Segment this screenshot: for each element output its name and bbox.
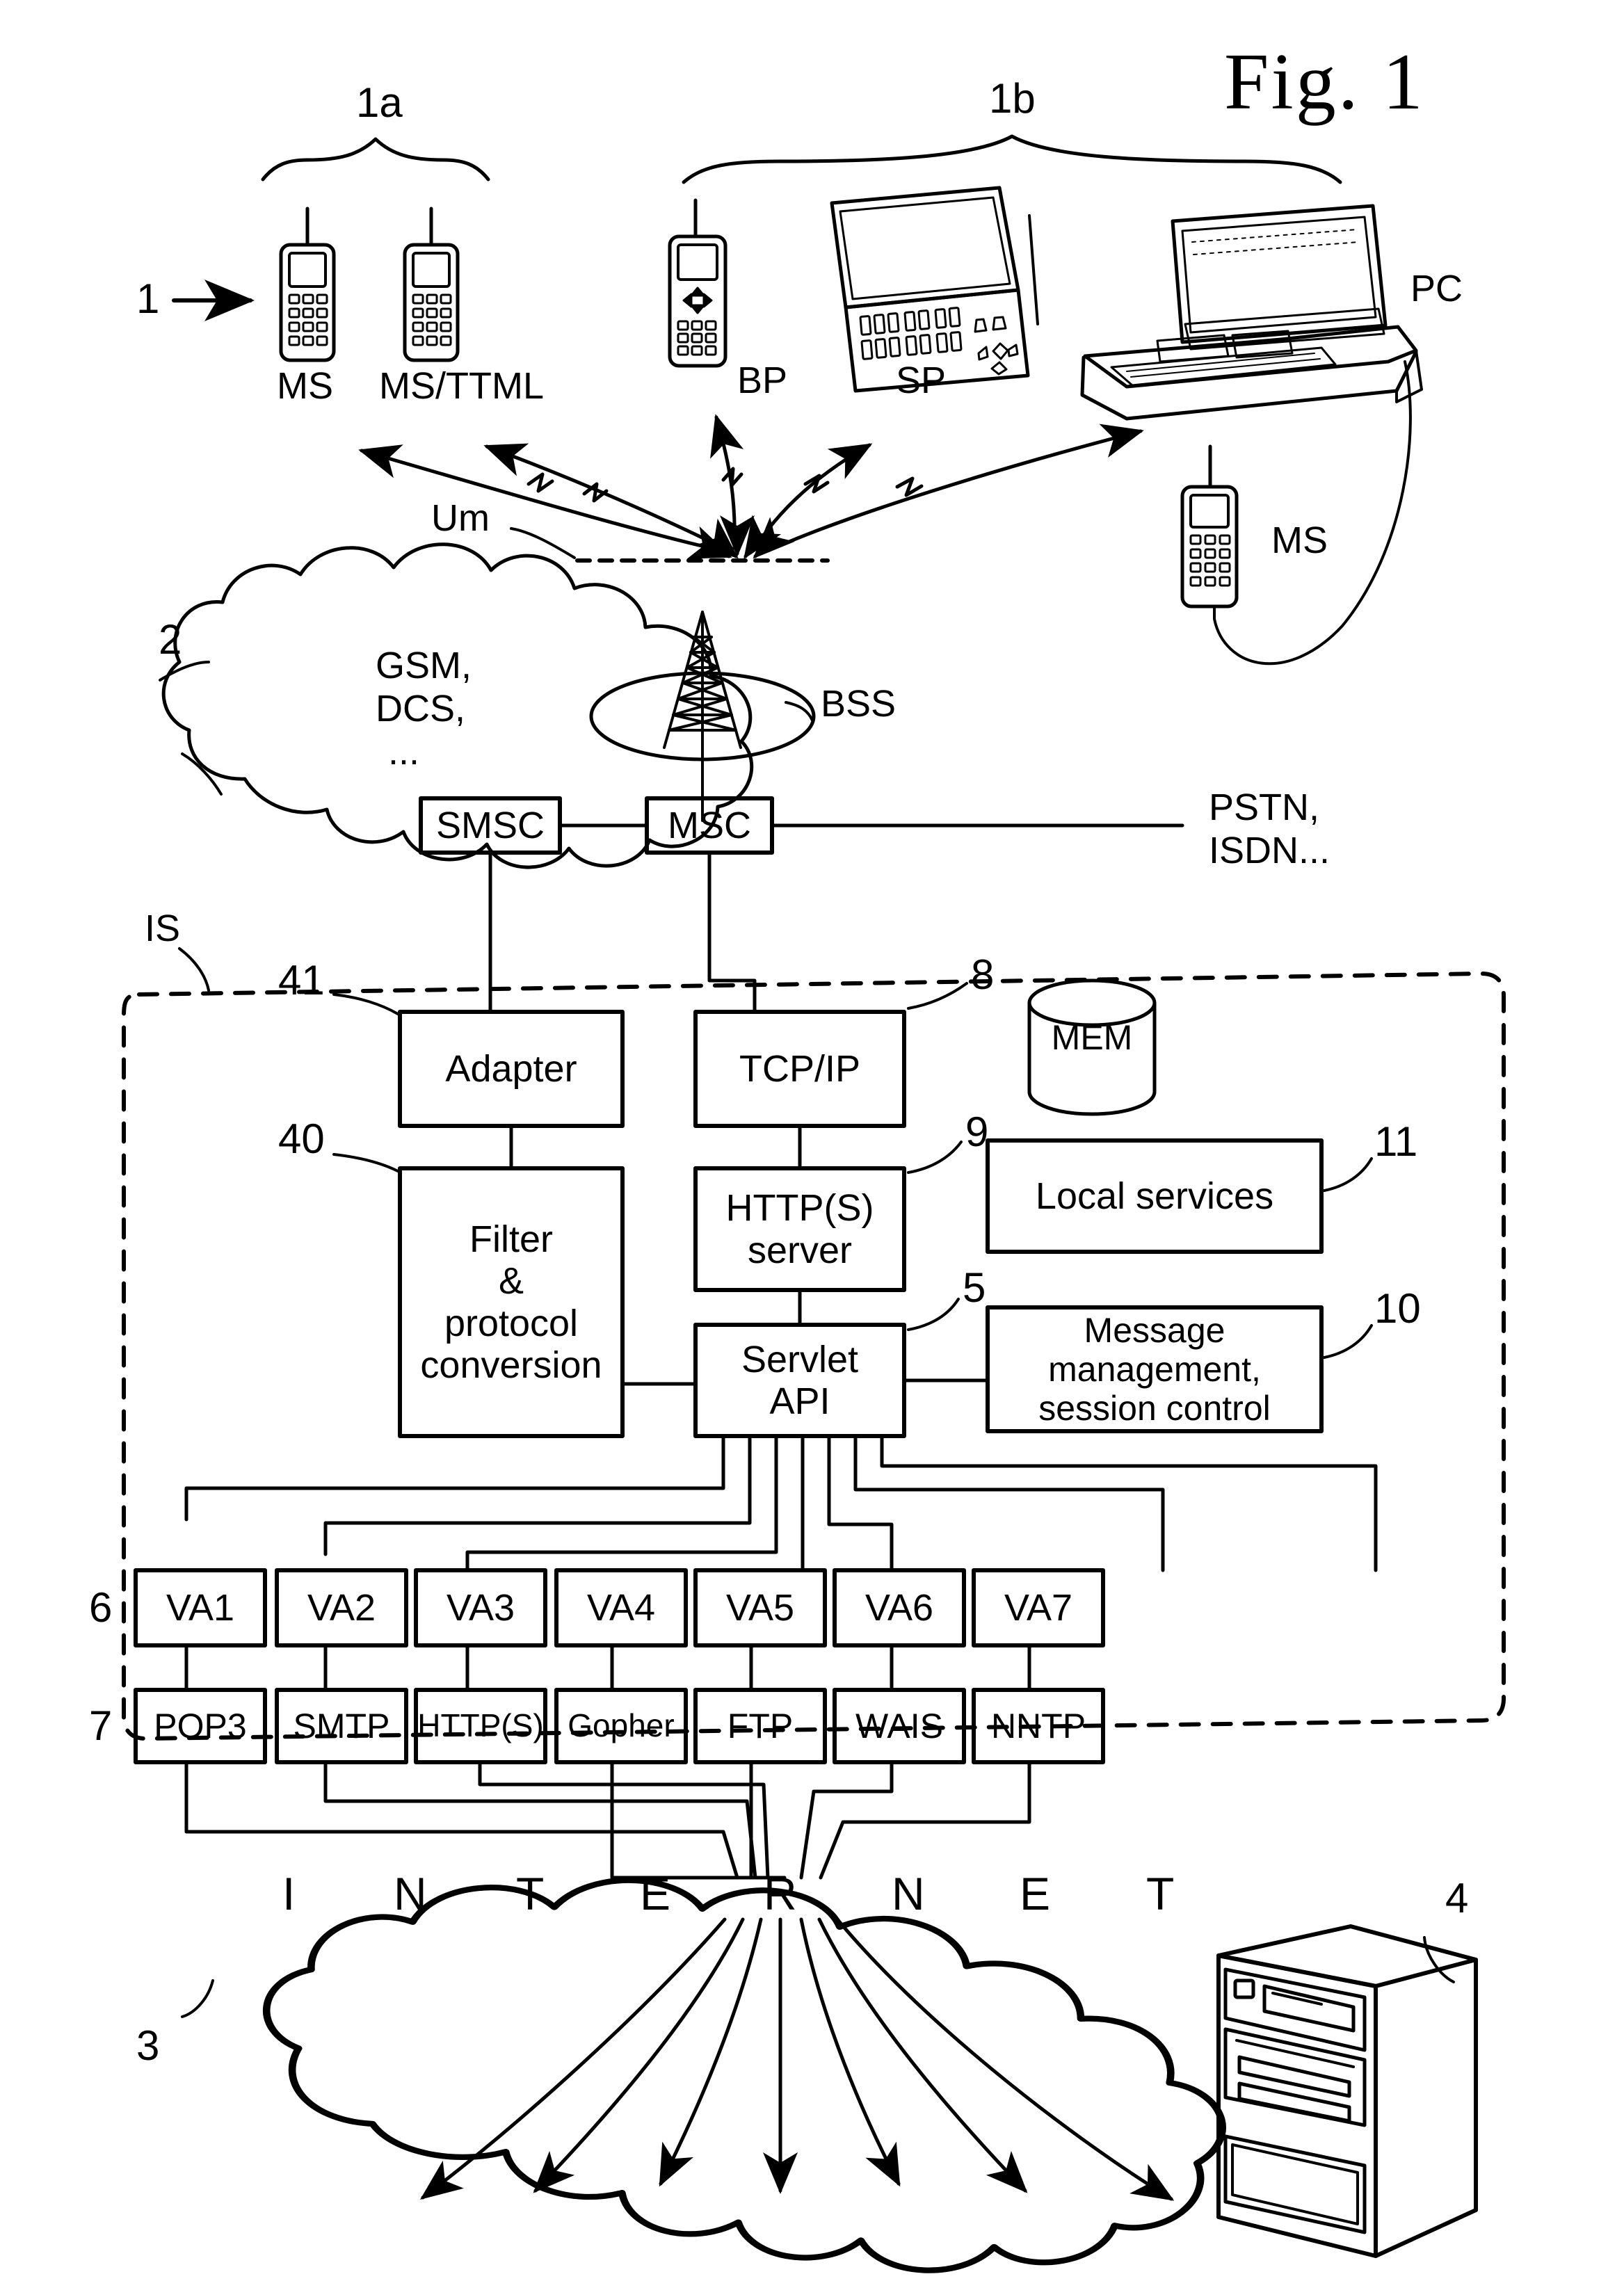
servlet-api-line-1: Servlet — [741, 1338, 859, 1380]
bss-tower — [589, 611, 816, 822]
reference-numeral-11: 11 — [1374, 1118, 1418, 1165]
device-label-ms-attached: MS — [1271, 519, 1328, 561]
figure-title: Fig. 1 — [1224, 38, 1425, 127]
remote-server-tower — [1216, 1924, 1478, 2258]
leader-11 — [1323, 1157, 1373, 1192]
internet-outgoing-arrows — [420, 1917, 1175, 2201]
va-block-6: VA6 — [865, 1586, 934, 1629]
group-label-1a: 1a — [356, 79, 403, 126]
message-management-line-2: session control — [1038, 1389, 1271, 1428]
filter-line-1: Filter — [469, 1218, 553, 1260]
reference-numeral-8: 8 — [971, 951, 995, 998]
device-bp-phone — [668, 198, 727, 368]
brace-group-1a — [261, 137, 490, 182]
reference-numeral-9: 9 — [965, 1109, 989, 1155]
reference-numeral-1: 1 — [136, 275, 160, 322]
va-to-protocol-links — [184, 1643, 1031, 1692]
network-tech-line-1: GSM, — [376, 645, 472, 686]
reference-numeral-5: 5 — [963, 1264, 986, 1311]
msc-label: MSC — [668, 804, 751, 846]
http-server-line-2: server — [747, 1229, 853, 1271]
va-block-2: VA2 — [307, 1586, 376, 1629]
filter-line-4: conversion — [420, 1344, 602, 1386]
air-interface-label: Um — [431, 497, 490, 539]
internet-letter-3: T — [516, 1868, 545, 1919]
brace-group-1b — [682, 134, 1342, 184]
mem-label: MEM — [1051, 1018, 1133, 1057]
message-management-line-1: Message management, — [1048, 1311, 1261, 1389]
reference-numeral-4: 4 — [1445, 1875, 1469, 1921]
external-network-line-2: ISDN... — [1209, 830, 1330, 871]
device-label-ms: MS — [277, 365, 333, 407]
va-block-1: VA1 — [166, 1586, 235, 1629]
reference-numeral-40: 40 — [278, 1115, 325, 1162]
http-server-line-1: HTTP(S) — [725, 1187, 874, 1230]
http-server-block: HTTP(S) server — [696, 1168, 904, 1290]
internet-letter-4: E — [640, 1868, 671, 1919]
reference-numeral-2: 2 — [159, 616, 182, 663]
leader-is — [178, 947, 210, 992]
servlet-to-va-bus — [184, 1434, 1378, 1572]
adapter-label: Adapter — [445, 1047, 577, 1090]
network-tech-line-3: ... — [388, 731, 420, 773]
va-block-5: VA5 — [725, 1586, 795, 1629]
filter-block: Filter & protocol conversion — [400, 1168, 622, 1436]
protocol-block-wais: WAIS — [855, 1707, 943, 1746]
device-label-pc: PC — [1410, 268, 1463, 309]
device-ms-phone-1 — [279, 207, 336, 362]
protocol-block-https: HTTP(S) — [417, 1707, 544, 1744]
protocol-block-gopher: Gopher — [568, 1707, 675, 1744]
patent-figure-1: Fig. 1 1a 1b 1 MS MS/TTML BP SP PC MS Um… — [0, 0, 1624, 2281]
nav-pad-icon — [682, 287, 713, 314]
filter-line-3: protocol — [444, 1302, 579, 1344]
protocol-block-smtp: SMTP — [293, 1707, 390, 1746]
leader-9 — [907, 1140, 963, 1174]
is-label: IS — [145, 908, 181, 949]
internet-letter-2: N — [394, 1868, 427, 1919]
device-ms-phone-attached — [1180, 360, 1412, 666]
servlet-api-line-2: API — [769, 1380, 830, 1422]
reference-numeral-3: 3 — [136, 2022, 160, 2069]
smsc-label: SMSC — [435, 804, 545, 846]
protocol-block-ftp: FTP — [727, 1707, 794, 1746]
internet-letter-7: E — [1020, 1868, 1051, 1919]
device-ms-ttml-phone — [403, 207, 460, 362]
internet-letter-1: I — [282, 1868, 296, 1919]
reference-numeral-7: 7 — [89, 1702, 113, 1749]
va-block-4: VA4 — [586, 1586, 656, 1629]
network-tech-line-2: DCS, — [376, 688, 466, 730]
va-block-3: VA3 — [446, 1586, 515, 1629]
va-block-7: VA7 — [1004, 1586, 1073, 1629]
protocol-block-nntp: NNTP — [990, 1707, 1086, 1746]
device-label-bp: BP — [737, 360, 788, 401]
protocol-block-pop3: POP3 — [154, 1707, 247, 1746]
internet-letter-5: R — [764, 1868, 797, 1919]
leader-3 — [181, 1979, 214, 2018]
device-label-ms-ttml: MS/TTML — [379, 365, 544, 407]
internet-letter-8: T — [1146, 1868, 1175, 1919]
internet-letter-6: N — [892, 1868, 925, 1919]
leader-4 — [1423, 1936, 1455, 1983]
leader-8 — [907, 982, 968, 1010]
device-label-sp: SP — [896, 360, 947, 401]
group-label-1b: 1b — [989, 75, 1036, 122]
local-services-label: Local services — [1035, 1175, 1274, 1217]
tcpip-label: TCP/IP — [739, 1047, 861, 1090]
reference-numeral-41: 41 — [278, 957, 325, 1004]
bss-label: BSS — [821, 683, 897, 725]
servlet-api-block: Servlet API — [696, 1325, 904, 1436]
protocol-to-internet-bus — [184, 1760, 1031, 1880]
external-network-line-1: PSTN, — [1209, 787, 1320, 828]
leader-10 — [1323, 1324, 1373, 1359]
message-management-block: Message management, session control — [988, 1307, 1321, 1431]
filter-line-2: & — [498, 1260, 524, 1303]
device-pc-laptop — [1080, 204, 1423, 421]
reference-numeral-6: 6 — [89, 1584, 113, 1631]
leader-41 — [332, 993, 399, 1015]
reference-numeral-10: 10 — [1374, 1285, 1421, 1332]
leader-40 — [332, 1153, 399, 1172]
internet-cloud — [262, 1877, 1226, 2273]
leader-5 — [907, 1298, 960, 1331]
